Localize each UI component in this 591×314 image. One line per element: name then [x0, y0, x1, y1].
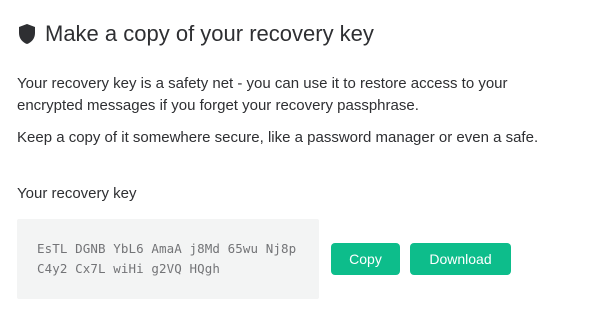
dialog-title: Make a copy of your recovery key: [45, 21, 374, 46]
copy-button[interactable]: Copy: [331, 243, 400, 275]
recovery-key-value: EsTL DGNB YbL6 AmaA j8Md 65wu Nj8p C4y2 …: [37, 241, 304, 276]
recovery-key-advice: Keep a copy of it somewhere secure, like…: [17, 129, 539, 146]
recovery-key-box: EsTL DGNB YbL6 AmaA j8Md 65wu Nj8p C4y2 …: [17, 219, 319, 299]
recovery-key-label: Your recovery key: [17, 185, 137, 202]
recovery-key-dialog: Make a copy of your recovery key Your re…: [0, 0, 591, 314]
recovery-key-description: Your recovery key is a safety net - you …: [17, 75, 508, 114]
dialog-header: Make a copy of your recovery key: [17, 20, 374, 48]
shield-icon: [17, 23, 37, 45]
download-button[interactable]: Download: [410, 243, 511, 275]
